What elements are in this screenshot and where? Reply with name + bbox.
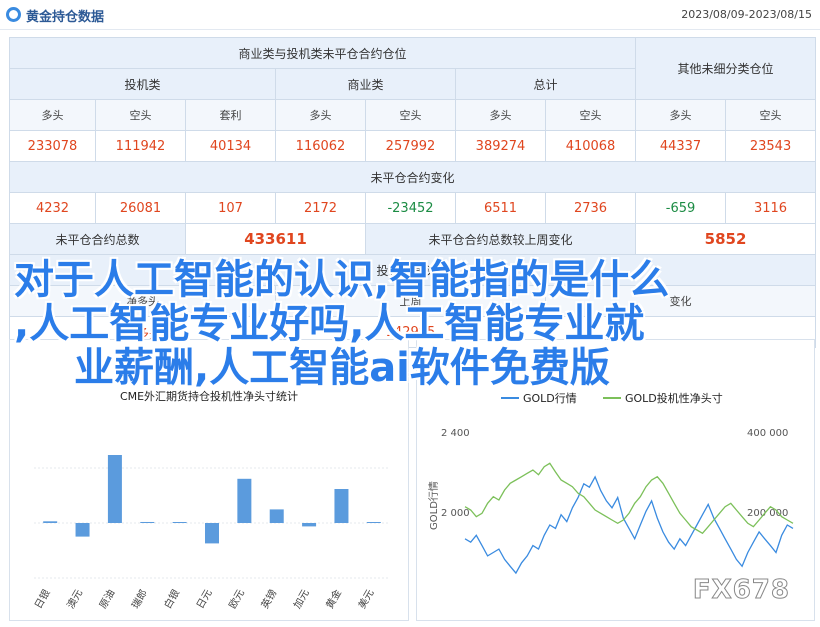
sub-long: 多头	[455, 99, 546, 131]
value-cell: 23543	[725, 130, 817, 162]
change-cell: 2172	[275, 192, 366, 224]
value-cell: 389274	[455, 130, 546, 162]
sub-short: 空头	[365, 99, 456, 131]
bar-category-label: 美元	[355, 587, 376, 611]
oi-change-value: 5852	[635, 223, 817, 255]
value-cell: 257992	[365, 130, 456, 162]
sub-short: 空头	[725, 99, 817, 131]
bar-欧元[interactable]	[237, 478, 252, 523]
change-cell: 2736	[544, 192, 637, 224]
sub-short: 空头	[95, 99, 186, 131]
bar-category-label: 黄金	[323, 587, 344, 611]
bar-日银[interactable]	[43, 521, 58, 523]
fx678-watermark: FX678	[692, 575, 790, 606]
change-cell: -659	[635, 192, 727, 224]
sub-long: 多头	[635, 99, 727, 131]
left-tick-bottom: 2 000	[441, 508, 470, 519]
change-cell: 107	[185, 192, 276, 224]
bar-category-label: 欧元	[227, 588, 247, 611]
bar-category-label: 原油	[96, 587, 117, 611]
bar-英镑[interactable]	[269, 509, 284, 523]
bar-日元[interactable]	[205, 523, 219, 544]
bar-白银[interactable]	[172, 522, 187, 523]
bar-瑞郎[interactable]	[140, 521, 155, 523]
gold-net-position-line	[464, 462, 794, 535]
col-commercial: 商业类	[275, 68, 456, 100]
line-legend: GOLD行情 GOLD投机性净头寸	[501, 391, 723, 405]
bar-category-label: 白银	[161, 587, 182, 611]
bar-chart-title: CME外汇期货持仓投机性净头寸统计	[120, 389, 298, 403]
bar-加元[interactable]	[302, 523, 317, 527]
legend-net-label[interactable]: GOLD投机性净头寸	[625, 391, 723, 405]
bar-category-label: 澳元	[64, 587, 85, 611]
value-cell: 40134	[185, 130, 276, 162]
sub-short: 空头	[544, 99, 637, 131]
bar-澳元[interactable]	[75, 523, 90, 537]
left-axis-label: GOLD行情	[427, 481, 440, 530]
sub-arbitrage: 套利	[185, 99, 276, 131]
change-cell: 4232	[9, 192, 96, 224]
oi-change-label: 未平仓合约总数较上周变化	[364, 223, 637, 255]
bar-黄金[interactable]	[334, 489, 349, 523]
date-range: 2023/08/09-2023/08/15	[681, 8, 812, 21]
overlay-line-3: 业薪酬,人工智能ai软件免费版	[74, 345, 610, 391]
overlay-line-1: 对于人工智能的认识,智能指的是什么	[14, 257, 670, 303]
value-cell: 233078	[9, 130, 96, 162]
change-cell: 6511	[455, 192, 546, 224]
bar-category-label: 日元	[195, 588, 215, 611]
bar-美元[interactable]	[366, 522, 381, 523]
change-cell: 26081	[95, 192, 186, 224]
change-header: 未平仓合约变化	[8, 161, 817, 193]
value-cell: 410068	[544, 130, 637, 162]
oi-total-label: 未平仓合约总数	[9, 223, 186, 255]
bar-category-label: 英镑	[258, 587, 279, 611]
value-cell: 44337	[635, 130, 727, 162]
value-cell: 116062	[275, 130, 366, 162]
bar-category-label: 瑞郎	[129, 587, 150, 611]
overlay-line-2: ,人工智能专业好吗,人工智能专业就	[14, 301, 645, 347]
gold-logo-icon	[6, 7, 21, 22]
header-bar: 黄金持仓数据 2023/08/09-2023/08/15	[0, 0, 820, 30]
change-cell: 3116	[725, 192, 817, 224]
legend-gold-label[interactable]: GOLD行情	[523, 392, 577, 405]
bar-category-label: 日银	[32, 587, 53, 611]
group-commercial-header: 商业类与投机类未平仓合约仓位	[8, 37, 637, 69]
bar-category-label: 加元	[291, 588, 311, 611]
col-speculative: 投机类	[9, 68, 276, 100]
gold-price-line	[464, 475, 794, 575]
col-total: 总计	[454, 68, 637, 100]
bar-原油[interactable]	[107, 455, 122, 523]
value-cell: 111942	[95, 130, 186, 162]
page-title: 黄金持仓数据	[26, 10, 105, 25]
sub-long: 多头	[275, 99, 366, 131]
right-tick-top: 400 000	[747, 428, 788, 439]
left-tick-top: 2 400	[441, 428, 470, 439]
change-cell: -23452	[365, 192, 456, 224]
sub-long: 多头	[9, 99, 96, 131]
oi-total-value: 433611	[185, 223, 366, 255]
overlay-headline: 对于人工智能的认识,智能指的是什么 ,人工智能专业好吗,人工智能专业就 业薪酬,…	[14, 258, 804, 390]
group-other-header: 其他未细分类仓位	[635, 37, 817, 100]
